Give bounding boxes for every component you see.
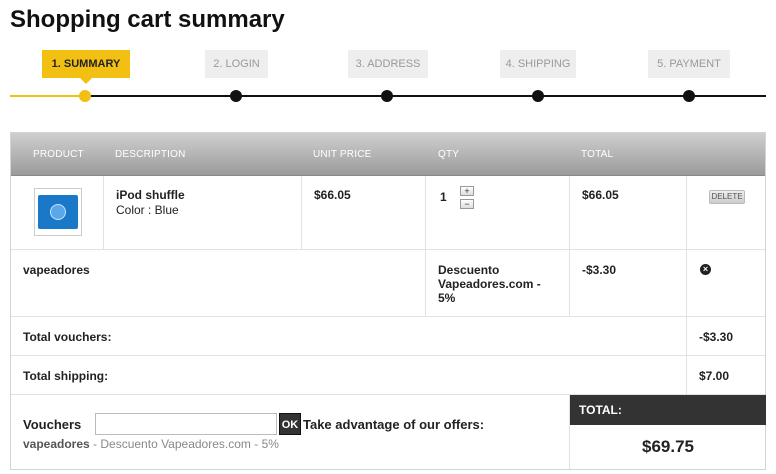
step-dot-summary bbox=[79, 90, 91, 102]
step-dot-address bbox=[381, 90, 393, 102]
table-row-vouchers: Vouchers OK Take advantage of our offers… bbox=[11, 394, 766, 470]
total-vouchers-value: -$3.30 bbox=[699, 330, 734, 344]
product-unit-price: $66.05 bbox=[314, 188, 351, 202]
table-row-discount: vapeadores Descuento Vapeadores.com - 5%… bbox=[11, 249, 765, 316]
step-address[interactable]: 3. Address bbox=[348, 50, 428, 78]
vouchers-label: Vouchers bbox=[23, 417, 82, 432]
header-qty: Qty bbox=[438, 149, 460, 160]
total-shipping-value: $7.00 bbox=[699, 369, 730, 383]
header-total: Total bbox=[581, 149, 614, 160]
grand-total-value: $69.75 bbox=[642, 437, 694, 456]
header-unit-price: Unit price bbox=[313, 149, 372, 160]
offers-label: Take advantage of our offers: bbox=[303, 417, 485, 432]
offer-item[interactable]: vapeadores - Descuento Vapeadores.com - … bbox=[23, 437, 279, 451]
discount-name: vapeadores bbox=[23, 263, 90, 277]
table-row-total-vouchers: Total vouchers: -$3.30 bbox=[11, 316, 765, 355]
page-title: Shopping cart summary bbox=[10, 6, 285, 33]
product-name[interactable]: iPod shuffle bbox=[116, 188, 185, 202]
total-shipping-label: Total shipping: bbox=[23, 369, 109, 383]
cart-table: Product Description Unit price Qty Total… bbox=[10, 132, 766, 470]
step-payment[interactable]: 5. Payment bbox=[648, 50, 730, 78]
voucher-ok-button[interactable]: OK bbox=[279, 413, 301, 435]
step-dot-payment bbox=[683, 90, 695, 102]
quantity-increase-button[interactable]: + bbox=[460, 186, 474, 196]
quantity-decrease-button[interactable]: − bbox=[460, 199, 474, 209]
table-row-product: iPod shuffle Color : Blue $66.05 1 + − $… bbox=[11, 176, 765, 249]
step-login[interactable]: 2. Login bbox=[205, 50, 268, 78]
table-header: Product Description Unit price Qty Total bbox=[11, 133, 765, 176]
voucher-code-input[interactable] bbox=[95, 413, 277, 435]
product-attributes: Color : Blue bbox=[116, 203, 179, 217]
total-vouchers-label: Total vouchers: bbox=[23, 330, 112, 344]
step-summary[interactable]: 1. Summary bbox=[42, 50, 130, 84]
product-quantity[interactable]: 1 bbox=[440, 190, 447, 204]
step-dot-shipping bbox=[532, 90, 544, 102]
remove-discount-icon[interactable]: × bbox=[700, 264, 711, 275]
discount-value: -$3.30 bbox=[582, 263, 617, 277]
table-row-total-shipping: Total shipping: $7.00 bbox=[11, 355, 765, 394]
step-shipping[interactable]: 4. Shipping bbox=[500, 50, 576, 78]
header-description: Description bbox=[115, 149, 186, 160]
product-total: $66.05 bbox=[582, 188, 619, 202]
grand-total-label: TOTAL: bbox=[570, 395, 766, 425]
delete-button[interactable]: DELETE bbox=[709, 190, 745, 204]
product-thumbnail[interactable] bbox=[34, 188, 82, 236]
offer-description: - Descuento Vapeadores.com - 5% bbox=[89, 437, 279, 451]
ipod-shuffle-image bbox=[38, 195, 78, 229]
header-product: Product bbox=[33, 149, 84, 160]
offer-code[interactable]: vapeadores bbox=[23, 437, 90, 451]
step-dot-login bbox=[230, 90, 242, 102]
discount-description: Descuento Vapeadores.com - 5% bbox=[438, 263, 541, 305]
grand-total-box: TOTAL: $69.75 bbox=[570, 395, 766, 470]
steps-line-progress bbox=[10, 95, 85, 97]
